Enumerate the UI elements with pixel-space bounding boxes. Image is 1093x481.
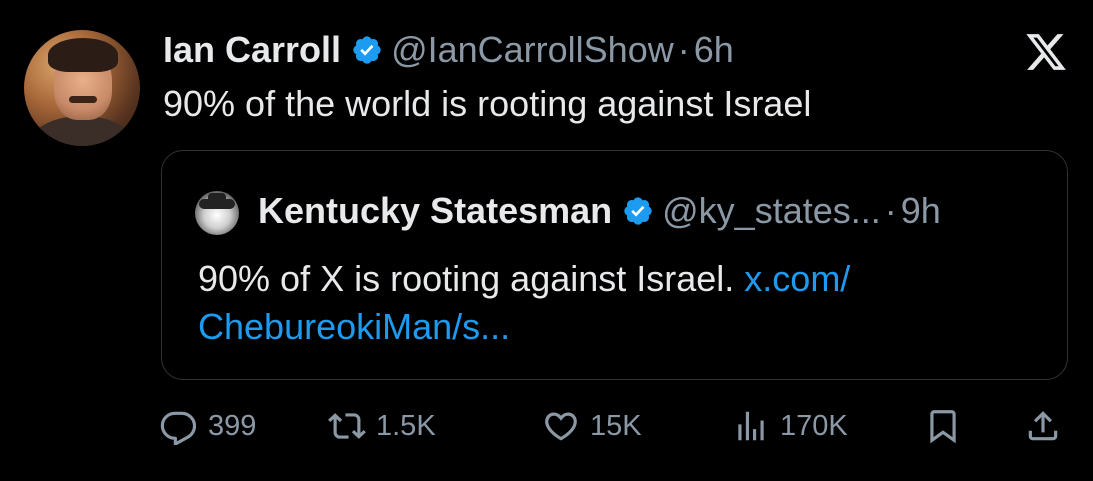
quoted-text-body: 90% of X is rooting against Israel. [198, 258, 745, 299]
reply-button[interactable]: 399 [160, 402, 256, 450]
verified-badge-icon[interactable] [351, 34, 383, 66]
quoted-post-time: 9h [900, 190, 941, 231]
post-time[interactable]: 6h [694, 28, 734, 72]
quoted-header-separator: · [884, 190, 897, 231]
quoted-tweet-text: 90% of X is rooting against Israel. x.co… [198, 255, 1048, 351]
like-button[interactable]: 15K [542, 402, 642, 450]
bookmark-icon [930, 410, 956, 444]
verified-badge-icon [624, 197, 652, 225]
action-bar: 399 1.5K 15K 170K [160, 402, 1070, 450]
like-count: 15K [590, 409, 642, 442]
author-name[interactable]: Ian Carroll [163, 28, 341, 72]
header-separator: · [677, 29, 690, 70]
quoted-tweet-header: Kentucky Statesman @ky_states... · 9h [258, 189, 941, 233]
share-icon [1028, 411, 1058, 441]
avatar-mustache [69, 96, 97, 103]
reply-icon [160, 411, 197, 445]
quoted-link-part2[interactable]: ChebureokiMan/s... [198, 306, 510, 347]
share-button[interactable] [1024, 402, 1062, 450]
tweet-header: Ian Carroll @IanCarrollShow · 6h [163, 28, 734, 72]
bookmark-button[interactable] [924, 402, 962, 450]
repost-button[interactable]: 1.5K [328, 402, 436, 450]
reply-count: 399 [208, 409, 257, 442]
views-count: 170K [780, 409, 848, 442]
x-logo-icon [1026, 34, 1066, 70]
tweet-text: 90% of the world is rooting against Isra… [163, 83, 812, 124]
repost-icon [328, 413, 366, 439]
author-avatar[interactable] [24, 30, 140, 146]
quoted-tweet[interactable]: Kentucky Statesman @ky_states... · 9h 90… [161, 150, 1068, 380]
author-handle[interactable]: @IanCarrollShow [391, 28, 674, 72]
avatar-hair [48, 38, 118, 72]
avatar-hat-brim [199, 199, 235, 209]
views-button[interactable]: 170K [732, 402, 848, 450]
avatar-shirt [32, 116, 132, 146]
quoted-author-avatar[interactable] [195, 191, 239, 235]
views-chart-icon [738, 411, 764, 441]
repost-count: 1.5K [376, 409, 436, 442]
heart-icon [545, 412, 577, 441]
quoted-author-name[interactable]: Kentucky Statesman [258, 189, 612, 233]
quoted-link-part1[interactable]: x.com/ [744, 258, 850, 299]
quoted-author-handle: @ky_states... [662, 190, 881, 231]
